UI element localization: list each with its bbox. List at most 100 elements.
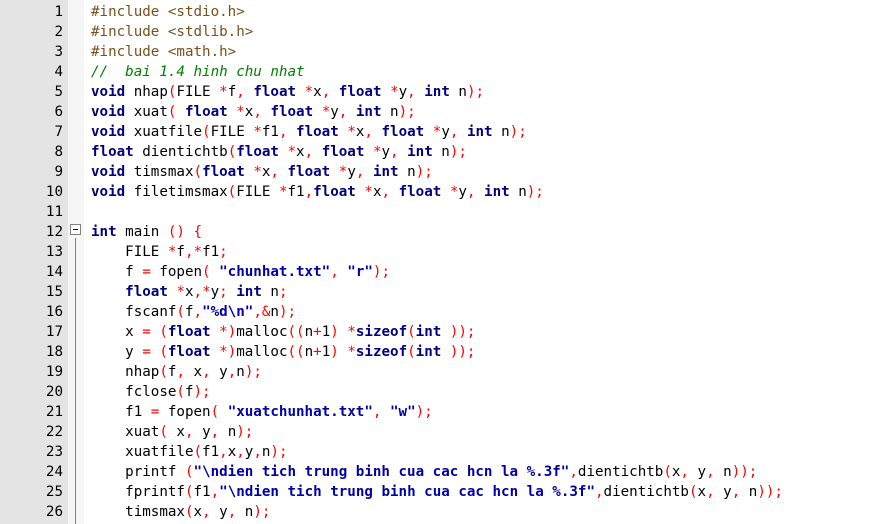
code-token: ( — [202, 124, 211, 140]
line-number: 9 — [54, 164, 63, 180]
code-token: , — [706, 484, 715, 500]
code-text: FILE *f,*f1; — [91, 242, 228, 262]
code-token: y — [458, 184, 467, 200]
code-token: ); — [415, 164, 433, 180]
code-text: void xuatfile(FILE *f1, float *x, float … — [91, 122, 527, 142]
line-number: 1 — [54, 4, 63, 20]
code-token: ); — [449, 144, 467, 160]
code-text: float *x,*y; int n; — [91, 282, 287, 302]
code-token: int — [91, 224, 117, 240]
code-token: ) — [330, 344, 339, 360]
code-token: , — [193, 304, 203, 320]
code-token: xuatfile — [125, 124, 203, 140]
code-token: * — [193, 244, 203, 260]
code-editor[interactable]: 1 #include <stdio.h> 2 #include <stdlib.h> 3… — [0, 0, 881, 524]
code-token: ); — [278, 304, 297, 320]
code-token: , — [407, 84, 416, 100]
code-text: f1 = fopen( "xuatchunhat.txt", "w"); — [91, 402, 433, 422]
code-text: #include <math.h> — [91, 42, 236, 62]
code-token: malloc — [236, 324, 288, 340]
code-token: float — [287, 164, 331, 180]
code-token: , — [227, 364, 237, 380]
line-number: 6 — [54, 104, 63, 120]
code-token: nhap — [125, 84, 168, 100]
code-token: ( — [176, 384, 185, 400]
code-token: y — [91, 344, 143, 360]
code-token: )); — [731, 464, 758, 480]
code-token: x — [167, 424, 185, 440]
code-token: , — [321, 84, 331, 100]
code-token: , — [236, 84, 245, 100]
code-token: x — [697, 484, 707, 500]
code-token: FILE — [236, 184, 279, 200]
code-token: dientichtb — [603, 484, 689, 500]
code-token: dientichtb — [133, 144, 228, 160]
code-token: ); — [236, 424, 254, 440]
code-token: , — [236, 444, 245, 460]
code-token: , — [680, 464, 689, 480]
code-token: timsmax — [125, 164, 194, 180]
line-number: 18 — [45, 344, 63, 360]
code-token: n — [219, 424, 237, 440]
code-token: ( — [159, 424, 168, 440]
code-token: f1 — [202, 244, 220, 260]
code-token: ( — [159, 364, 168, 380]
code-text: #include <stdlib.h> — [91, 22, 253, 42]
code-token: { — [193, 224, 203, 240]
fold-minus-icon[interactable] — [70, 224, 81, 235]
line-number: 17 — [45, 324, 63, 340]
code-text: void xuat( float *x, float *y, int n); — [91, 102, 416, 122]
code-token: f — [227, 84, 237, 100]
code-token: n — [740, 484, 758, 500]
code-token: malloc — [236, 344, 288, 360]
code-token: n — [381, 104, 399, 120]
line-number: 13 — [45, 244, 63, 260]
code-token: , — [364, 124, 373, 140]
code-token: , — [569, 464, 578, 480]
code-token: fopen — [150, 264, 203, 280]
code-token: ( — [227, 184, 237, 200]
code-token: n — [432, 144, 450, 160]
code-token: , — [253, 104, 262, 120]
code-token: , — [202, 504, 211, 520]
code-token: f — [184, 304, 194, 320]
code-token: ); — [193, 384, 211, 400]
code-token: ; — [219, 244, 228, 260]
code-token: #include <math.h> — [91, 44, 237, 60]
code-token: + — [313, 324, 322, 340]
code-text: int main () { — [91, 222, 202, 242]
code-token: * — [372, 144, 382, 160]
fold-margin — [68, 0, 84, 524]
code-token: "%d\n" — [202, 304, 254, 320]
code-token: int — [415, 324, 442, 340]
code-token: x — [184, 284, 194, 300]
code-token: () — [167, 224, 185, 240]
code-token: ); — [415, 404, 433, 420]
code-token: int — [407, 144, 433, 160]
line-number: 5 — [54, 84, 63, 100]
code-token: n — [236, 504, 254, 520]
code-token: ( — [159, 324, 168, 340]
code-token: x — [296, 144, 305, 160]
code-token: n — [714, 464, 732, 480]
line-number: 21 — [45, 404, 63, 420]
code-token: int — [424, 84, 450, 100]
fold-range-line — [75, 238, 76, 524]
code-text: x = (float *)malloc((n+1) *sizeof(int ))… — [91, 322, 475, 342]
line-number: 7 — [54, 124, 63, 140]
code-token: , — [219, 444, 228, 460]
code-token: x — [313, 84, 322, 100]
code-token: fprintf — [91, 484, 185, 500]
code-text: void timsmax(float *x, float *y, int n); — [91, 162, 433, 182]
code-token: )); — [449, 344, 476, 360]
code-token: int — [355, 104, 382, 120]
code-token: ( — [176, 304, 185, 320]
code-token: FILE — [176, 84, 220, 100]
